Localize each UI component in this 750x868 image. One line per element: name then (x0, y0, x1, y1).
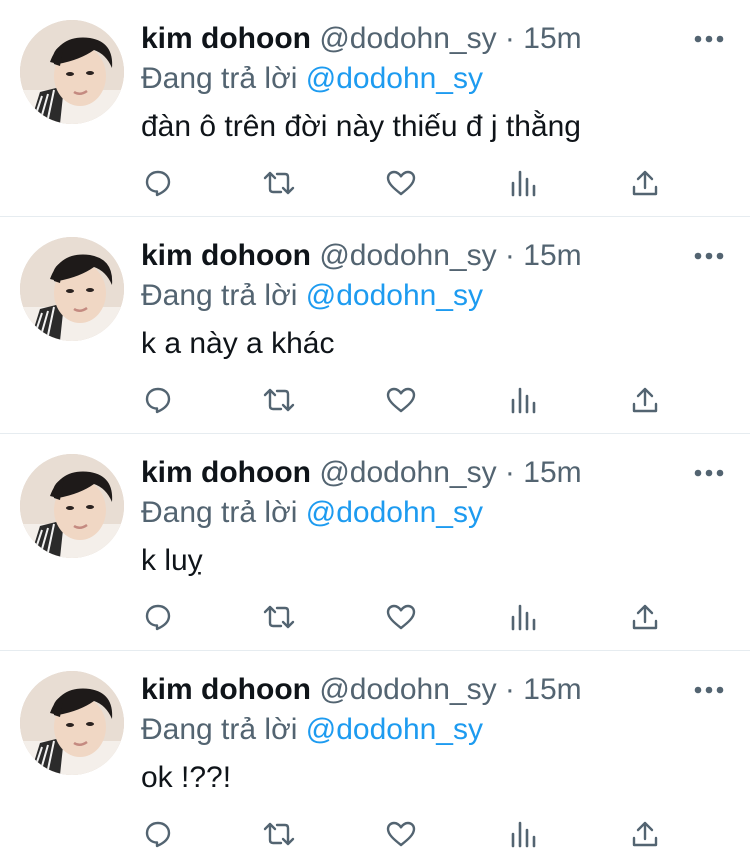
reply-bubble-icon[interactable] (138, 380, 178, 420)
user-handle[interactable]: @dodohn_sy (319, 673, 496, 706)
replying-to-label: Đang trả lời (141, 713, 298, 746)
replying-to: Đang trả lời @dodohn_sy (141, 277, 483, 315)
reply-bubble-icon[interactable] (138, 597, 178, 637)
tweet-actions (0, 163, 750, 203)
stats-bar-chart-icon[interactable] (503, 380, 543, 420)
user-handle[interactable]: @dodohn_sy (319, 22, 496, 55)
tweet-header: kim dohoon @dodohn_sy · 15m (141, 671, 582, 709)
replying-to-label: Đang trả lời (141, 279, 298, 312)
replying-to-label: Đang trả lời (141, 62, 298, 95)
reply-mention-link[interactable]: @dodohn_sy (306, 496, 483, 529)
reply-mention-link[interactable]: @dodohn_sy (306, 713, 483, 746)
retweet-icon[interactable] (259, 814, 299, 854)
tweet[interactable]: kim dohoon @dodohn_sy · 15m Đang trả lời… (0, 217, 750, 434)
replying-to: Đang trả lời @dodohn_sy (141, 494, 483, 532)
replying-to-label: Đang trả lời (141, 496, 298, 529)
tweet[interactable]: kim dohoon @dodohn_sy · 15m Đang trả lời… (0, 434, 750, 651)
reply-bubble-icon[interactable] (138, 163, 178, 203)
stats-bar-chart-icon[interactable] (503, 597, 543, 637)
tweet-text: ok !??! (141, 761, 232, 794)
avatar[interactable] (20, 20, 124, 124)
retweet-icon[interactable] (259, 597, 299, 637)
user-handle[interactable]: @dodohn_sy (319, 239, 496, 272)
tweet-text: k a này a khác (141, 327, 335, 360)
user-handle[interactable]: @dodohn_sy (319, 456, 496, 489)
separator-dot: · (504, 239, 515, 272)
separator-dot: · (504, 673, 515, 706)
reply-mention-link[interactable]: @dodohn_sy (306, 279, 483, 312)
tweet-actions (0, 380, 750, 420)
stats-bar-chart-icon[interactable] (503, 163, 543, 203)
tweet-text: k luỵ (141, 544, 203, 577)
share-upload-icon[interactable] (625, 380, 665, 420)
tweet-feed: kim dohoon @dodohn_sy · 15m Đang trả lời… (0, 0, 750, 862)
retweet-icon[interactable] (259, 163, 299, 203)
tweet-actions (0, 597, 750, 637)
avatar[interactable] (20, 237, 124, 341)
timestamp[interactable]: 15m (523, 673, 581, 706)
more-horizontal-icon[interactable] (694, 681, 724, 699)
display-name[interactable]: kim dohoon (141, 673, 311, 706)
timestamp[interactable]: 15m (523, 456, 581, 489)
heart-icon[interactable] (381, 380, 421, 420)
separator-dot: · (504, 22, 515, 55)
display-name[interactable]: kim dohoon (141, 239, 311, 272)
share-upload-icon[interactable] (625, 814, 665, 854)
replying-to: Đang trả lời @dodohn_sy (141, 711, 483, 749)
avatar[interactable] (20, 671, 124, 775)
stats-bar-chart-icon[interactable] (503, 814, 543, 854)
timestamp[interactable]: 15m (523, 22, 581, 55)
heart-icon[interactable] (381, 814, 421, 854)
reply-mention-link[interactable]: @dodohn_sy (306, 62, 483, 95)
avatar[interactable] (20, 454, 124, 558)
more-horizontal-icon[interactable] (694, 247, 724, 265)
display-name[interactable]: kim dohoon (141, 22, 311, 55)
heart-icon[interactable] (381, 163, 421, 203)
reply-bubble-icon[interactable] (138, 814, 178, 854)
timestamp[interactable]: 15m (523, 239, 581, 272)
more-horizontal-icon[interactable] (694, 464, 724, 482)
heart-icon[interactable] (381, 597, 421, 637)
more-horizontal-icon[interactable] (694, 30, 724, 48)
retweet-icon[interactable] (259, 380, 299, 420)
share-upload-icon[interactable] (625, 163, 665, 203)
display-name[interactable]: kim dohoon (141, 456, 311, 489)
tweet-text: đàn ô trên đời này thiếu đ j thằng (141, 110, 581, 143)
replying-to: Đang trả lời @dodohn_sy (141, 60, 483, 98)
share-upload-icon[interactable] (625, 597, 665, 637)
tweet[interactable]: kim dohoon @dodohn_sy · 15m Đang trả lời… (0, 651, 750, 868)
tweet-header: kim dohoon @dodohn_sy · 15m (141, 237, 582, 275)
tweet[interactable]: kim dohoon @dodohn_sy · 15m Đang trả lời… (0, 0, 750, 217)
tweet-header: kim dohoon @dodohn_sy · 15m (141, 454, 582, 492)
tweet-header: kim dohoon @dodohn_sy · 15m (141, 20, 582, 58)
tweet-actions (0, 814, 750, 854)
separator-dot: · (504, 456, 515, 489)
